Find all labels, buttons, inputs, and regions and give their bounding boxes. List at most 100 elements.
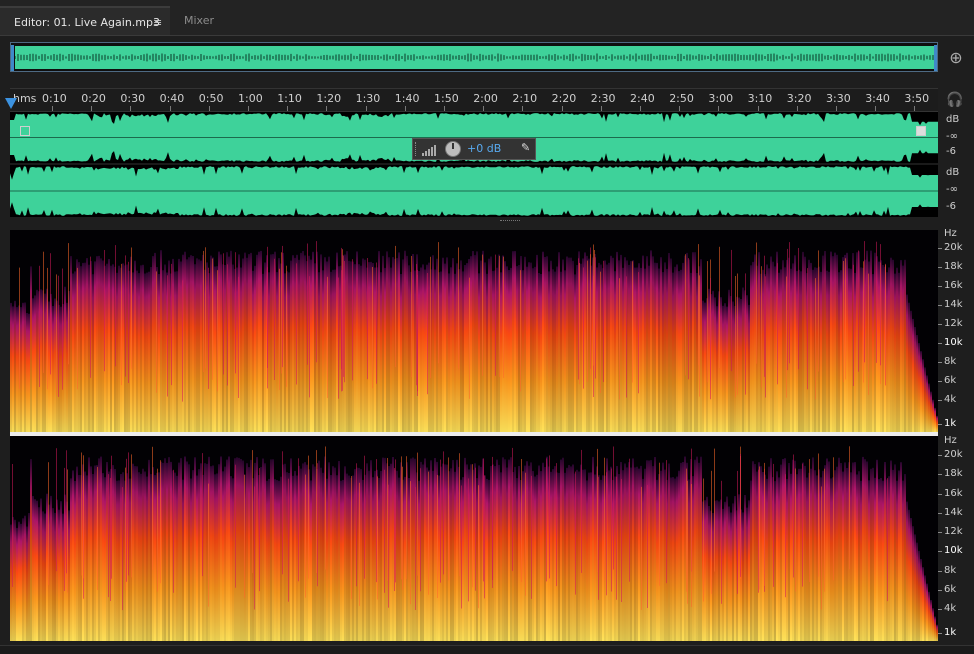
spectrogram-column — [896, 267, 898, 432]
spectrogram-transient — [115, 245, 116, 367]
spectrogram-column — [14, 519, 16, 641]
spectrogram-transient — [711, 470, 712, 594]
spectrogram-transient — [603, 260, 604, 382]
spectrogram-transient — [77, 267, 78, 390]
spectrogram-column — [408, 265, 410, 432]
fade-out-handle[interactable] — [916, 126, 926, 136]
volume-hud[interactable]: +0 dB ✎ — [412, 138, 536, 160]
spectrogram-transient — [212, 258, 213, 380]
spectrogram-column — [748, 304, 750, 432]
spectrogram-column — [522, 471, 524, 641]
spectrogram-column — [542, 462, 544, 641]
spectrogram-column — [778, 477, 780, 641]
spectrogram-column — [552, 469, 554, 641]
spectrogram-column — [236, 457, 238, 641]
spectrogram-column — [84, 471, 86, 641]
overview-left-handle[interactable] — [11, 45, 14, 71]
spectrogram-column — [354, 264, 356, 432]
fade-in-handle[interactable] — [20, 126, 30, 136]
spectrogram-column — [418, 480, 420, 641]
overview-navigator[interactable] — [10, 42, 938, 72]
spectrogram-transient — [420, 468, 421, 592]
spectrogram-column — [600, 479, 602, 641]
ruler-label: 3:20 — [786, 92, 812, 105]
spectrogram-column — [102, 473, 104, 641]
spectrogram-column — [368, 470, 370, 641]
spectrogram-column — [412, 254, 414, 432]
spectrogram-column — [168, 260, 170, 432]
spectrogram-column — [686, 252, 688, 432]
resize-grip[interactable] — [500, 220, 520, 224]
waveform-channel-right[interactable] — [10, 165, 938, 217]
volume-knob[interactable] — [445, 141, 461, 157]
spectrogram-transient — [338, 277, 339, 399]
spectrogram-column — [740, 299, 742, 432]
spectrogram-column — [540, 274, 542, 432]
spectrogram-column — [284, 463, 286, 641]
spectrogram-column — [366, 463, 368, 641]
spectrogram-transient — [598, 476, 599, 600]
spectrogram-column — [52, 508, 54, 641]
spectrogram-column — [676, 476, 678, 641]
tab-editor[interactable]: Editor: 01. Live Again.mp3 ≡ — [0, 6, 170, 36]
spectrogram-transient — [274, 258, 275, 380]
overview-waveform — [14, 46, 935, 69]
spectrogram-column — [664, 469, 666, 641]
hz-label: 18k — [944, 261, 963, 272]
spectrogram-column — [98, 255, 100, 432]
hud-grip-icon[interactable] — [415, 142, 420, 156]
pin-icon[interactable]: ✎ — [521, 141, 530, 154]
spectrogram-column — [922, 359, 924, 432]
spectrogram-column — [846, 252, 848, 432]
spectrogram-column — [184, 456, 186, 641]
spectrogram-column — [456, 459, 458, 641]
spectrogram-column — [240, 267, 242, 432]
spectrogram-column — [774, 481, 776, 641]
spectrogram-column — [284, 273, 286, 432]
overview-right-handle[interactable] — [934, 45, 937, 71]
zoom-navigator-icon[interactable]: ⊕ — [946, 48, 966, 68]
spectrogram-column — [264, 463, 266, 641]
tab-menu-icon[interactable]: ≡ — [153, 8, 162, 38]
spectrogram-transient — [344, 261, 345, 383]
spectrogram-transient — [468, 478, 469, 602]
spectrogram-transient — [795, 468, 796, 592]
spectrogram-transient — [56, 274, 57, 396]
spectrogram-column — [728, 506, 730, 641]
spectrogram-column — [78, 262, 80, 432]
time-ruler[interactable]: hms 0:10 0:20 0:30 0:40 0:50 1:00 1:10 1:20 1:30… — [10, 88, 938, 112]
spectrogram-column — [360, 469, 362, 641]
spectrogram-transient — [43, 251, 44, 373]
spectrogram-transient — [698, 244, 699, 366]
spectrogram-column — [452, 460, 454, 641]
spectrogram-column — [400, 274, 402, 432]
spectrogram-column — [328, 462, 330, 641]
spectrogram-column — [228, 456, 230, 641]
spectrogram-column — [12, 306, 14, 432]
spectrogram-column — [672, 272, 674, 432]
spectrogram-column — [808, 259, 810, 432]
hz-label: 16k — [944, 280, 963, 291]
spectrogram-transient — [887, 478, 888, 602]
ruler-label: 1:30 — [355, 92, 381, 105]
spectrogram-column — [190, 255, 192, 432]
spectrogram-column — [386, 251, 388, 432]
spectral-display-right[interactable] — [10, 436, 938, 641]
spectrogram-column — [266, 480, 268, 641]
spectrogram-column — [398, 252, 400, 432]
tab-mixer[interactable]: Mixer — [184, 6, 214, 36]
hz-tick — [938, 400, 942, 401]
playhead-marker[interactable] — [5, 98, 17, 109]
spectrogram-transient — [707, 261, 708, 383]
spectrogram-column — [304, 255, 306, 432]
spectrogram-column — [140, 473, 142, 641]
spectrogram-column — [648, 460, 650, 641]
hz-label: 12k — [944, 526, 963, 537]
spectrogram-column — [28, 313, 30, 432]
spectrogram-column — [650, 460, 652, 641]
hz-tick — [938, 551, 942, 553]
spectrogram-column — [280, 476, 282, 641]
spectrogram-transient — [759, 466, 760, 590]
spectral-display-left[interactable] — [10, 230, 938, 432]
headphone-icon[interactable]: 🎧 — [946, 92, 963, 108]
